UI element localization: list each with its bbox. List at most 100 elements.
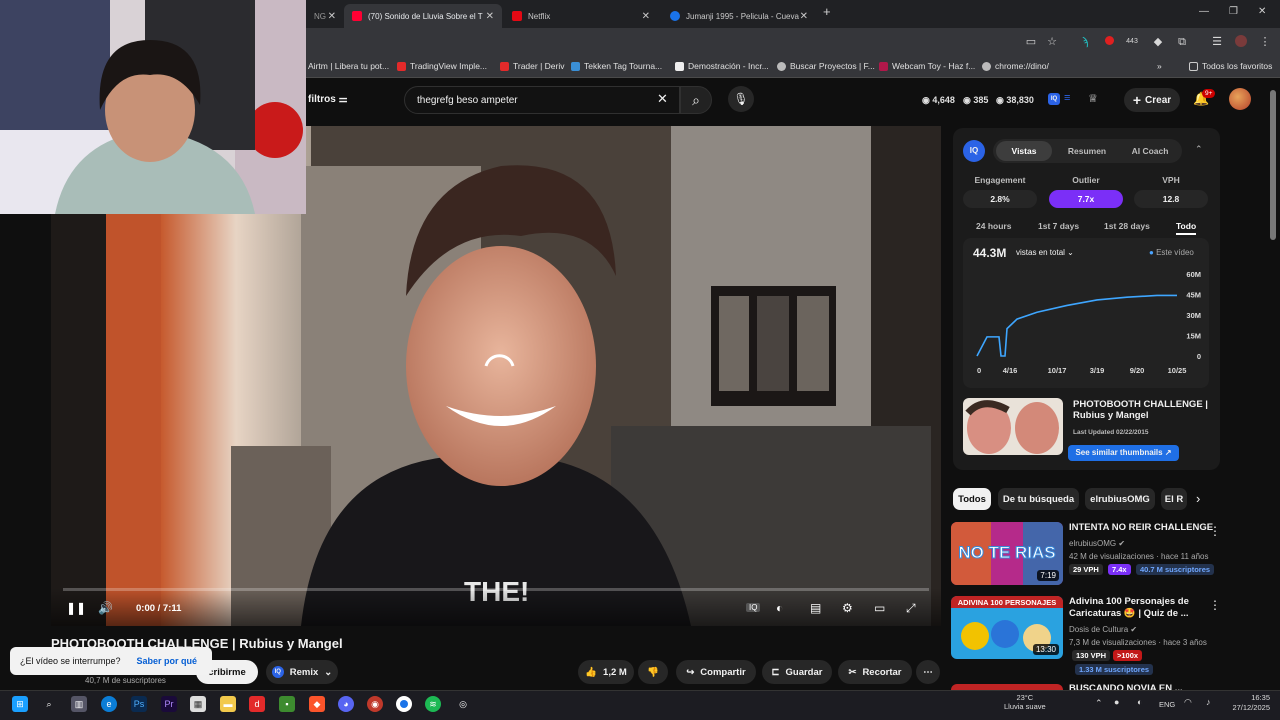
bookmark-item[interactable]: chrome://dino/ bbox=[982, 61, 1049, 71]
remix-button[interactable]: IQ Remix ⌄ bbox=[266, 660, 338, 684]
photoshop-icon[interactable]: Ps bbox=[131, 696, 147, 712]
clip-button[interactable]: ✂ Recortar bbox=[838, 660, 912, 684]
range-24h[interactable]: 24 hours bbox=[976, 221, 1011, 231]
bookmark-item[interactable]: Buscar Proyectos | F... bbox=[777, 61, 875, 71]
dislike-button[interactable]: 👎 bbox=[638, 660, 668, 684]
close-tab-icon[interactable]: ✕ bbox=[800, 11, 808, 22]
settings-gear-icon[interactable]: ⚙ bbox=[842, 601, 853, 615]
extension-badge-icon[interactable]: 443 bbox=[1123, 35, 1141, 49]
recommendation-item[interactable]: ADIVINA 100 PERSONAJES 13:30 Adivina 100… bbox=[951, 596, 1251, 675]
extension-red-icon[interactable] bbox=[1102, 35, 1116, 49]
chip-all[interactable]: Todos bbox=[953, 488, 991, 510]
tab-youtube-lluvia[interactable]: (70) Sonido de Lluvia Sobre el T ✕ bbox=[344, 4, 502, 28]
minecraft-icon[interactable]: ▪ bbox=[279, 696, 295, 712]
brave-icon[interactable]: ◆ bbox=[309, 696, 325, 712]
extension-diamond-icon[interactable]: ◆ bbox=[1151, 35, 1165, 49]
vidiq-icon[interactable]: IQ bbox=[1048, 93, 1060, 105]
app-red-icon[interactable]: ◉ bbox=[367, 696, 383, 712]
bookmark-item[interactable]: Demostración - Incr... bbox=[675, 61, 769, 71]
profile-icon[interactable] bbox=[1234, 35, 1248, 49]
collapse-icon[interactable]: ⌃ bbox=[1195, 144, 1203, 155]
chip-elrubiusomg[interactable]: elrubiusOMG bbox=[1085, 488, 1155, 510]
extension-tradingview-icon[interactable]: ϡ bbox=[1078, 35, 1092, 49]
see-similar-button[interactable]: See similar thumbnails ↗ bbox=[1068, 445, 1179, 461]
share-button[interactable]: ↪ Compartir bbox=[676, 660, 756, 684]
chip-el-r[interactable]: El R bbox=[1161, 488, 1187, 510]
wifi-icon[interactable]: ◠ bbox=[1184, 697, 1192, 708]
windows-start-icon[interactable]: ⊞ bbox=[12, 696, 28, 712]
premiere-icon[interactable]: Pr bbox=[161, 696, 177, 712]
miniplayer-icon[interactable]: ▭ bbox=[874, 601, 885, 615]
vidiq-menu-icon[interactable]: ≡ bbox=[1064, 92, 1070, 104]
volume-tray-icon[interactable]: ♪ bbox=[1206, 697, 1211, 707]
chrome-menu-icon[interactable]: ⋮ bbox=[1258, 35, 1272, 49]
bookmark-item[interactable]: TradingView Imple... bbox=[397, 61, 487, 71]
rec-menu-icon[interactable]: ⋮ bbox=[1209, 598, 1221, 612]
vidiq-player-icon[interactable]: IQ bbox=[746, 603, 761, 612]
related-thumbnail[interactable] bbox=[963, 398, 1063, 455]
autoplay-toggle-icon[interactable]: ◐ bbox=[776, 601, 783, 615]
chrome-icon[interactable] bbox=[396, 696, 412, 712]
close-tab-icon[interactable]: ✕ bbox=[642, 11, 650, 22]
tab-vistas[interactable]: Vistas bbox=[996, 141, 1052, 161]
all-bookmarks[interactable]: Todos los favoritos bbox=[1189, 61, 1272, 71]
bookmark-item[interactable]: Airtm | Libera tu pot... bbox=[308, 61, 389, 71]
close-tab-icon[interactable]: ✕ bbox=[486, 11, 494, 22]
file-explorer-icon[interactable]: ▬ bbox=[220, 696, 236, 712]
progress-bar[interactable] bbox=[63, 588, 929, 591]
weather-widget[interactable]: 23°C Lluvia suave bbox=[1004, 693, 1046, 711]
close-window-button[interactable]: ✕ bbox=[1258, 6, 1266, 17]
subtitles-icon[interactable]: ▤ bbox=[810, 601, 821, 615]
page-scrollbar[interactable] bbox=[1270, 90, 1276, 240]
rec-thumbnail[interactable]: NO TE RIAS 7:19 bbox=[951, 522, 1063, 585]
create-button[interactable]: + Crear bbox=[1124, 88, 1180, 112]
tray-app-icon[interactable]: ◐ bbox=[1137, 697, 1142, 707]
tab-truncated[interactable]: NG ✕ bbox=[306, 4, 340, 28]
new-tab-button[interactable]: + bbox=[823, 4, 831, 19]
cast-icon[interactable]: ▭ bbox=[1024, 35, 1038, 49]
tray-overflow-icon[interactable]: ⌃ bbox=[1095, 698, 1103, 709]
voice-search-button[interactable]: 🎙 bbox=[728, 86, 754, 112]
tab-search-icon[interactable]: ☰ bbox=[1210, 35, 1224, 49]
task-view-icon[interactable]: ▥ bbox=[71, 696, 87, 712]
extensions-puzzle-icon[interactable]: ⧉ bbox=[1175, 35, 1189, 49]
learn-why-link[interactable]: Saber por qué bbox=[137, 656, 198, 666]
spotify-icon[interactable]: ≋ bbox=[425, 696, 441, 712]
range-todo[interactable]: Todo bbox=[1176, 221, 1197, 235]
clock[interactable]: 16:35 27/12/2025 bbox=[1226, 693, 1270, 713]
tab-ai-coach[interactable]: AI Coach bbox=[1120, 141, 1180, 161]
views-mode-dropdown[interactable]: vistas en total ⌄ bbox=[1016, 248, 1074, 257]
calculator-icon[interactable]: ▦ bbox=[190, 696, 206, 712]
deriv-icon[interactable]: d bbox=[249, 696, 265, 712]
save-button[interactable]: ⊏ Guardar bbox=[762, 660, 832, 684]
discord-icon[interactable]: ◕ bbox=[338, 696, 354, 712]
more-bookmarks-icon[interactable]: » bbox=[1157, 61, 1162, 71]
maximize-button[interactable]: ❐ bbox=[1229, 6, 1238, 17]
tray-app-icon[interactable]: ● bbox=[1114, 697, 1119, 707]
fullscreen-icon[interactable]: ⤢ bbox=[906, 601, 916, 616]
tab-resumen[interactable]: Resumen bbox=[1058, 141, 1116, 161]
bookmark-item[interactable]: Tekken Tag Tourna... bbox=[571, 61, 662, 71]
obs-icon[interactable]: ◎ bbox=[455, 696, 471, 712]
bookmark-item[interactable]: Webcam Toy - Haz f... bbox=[879, 61, 975, 71]
language-indicator[interactable]: ENG bbox=[1159, 700, 1175, 709]
bookmark-star-icon[interactable]: ☆ bbox=[1045, 35, 1059, 49]
edge-icon[interactable]: e bbox=[101, 696, 117, 712]
tab-jumanji[interactable]: Jumanji 1995 - Pelicula - Cueva ✕ bbox=[662, 4, 816, 28]
range-7d[interactable]: 1st 7 days bbox=[1038, 221, 1079, 231]
rec-menu-icon[interactable]: ⋮ bbox=[1209, 524, 1221, 538]
trophy-icon[interactable]: ♕ bbox=[1088, 92, 1098, 105]
clear-search-icon[interactable]: ✕ bbox=[657, 91, 668, 107]
chip-from-search[interactable]: De tu búsqueda bbox=[998, 488, 1079, 510]
bookmark-item[interactable]: Trader | Deriv bbox=[500, 61, 565, 71]
tab-netflix[interactable]: Netflix ✕ bbox=[504, 4, 658, 28]
taskbar-search-icon[interactable]: ⌕ bbox=[41, 696, 57, 712]
minimize-button[interactable]: — bbox=[1199, 6, 1209, 17]
like-button[interactable]: 👍 1,2 M bbox=[578, 660, 634, 684]
volume-icon[interactable]: 🔊 bbox=[98, 601, 113, 615]
pause-icon[interactable]: ❚❚ bbox=[66, 601, 86, 615]
more-actions-icon[interactable]: ⋯ bbox=[916, 660, 940, 684]
filters-button[interactable]: filtros ⚌ bbox=[308, 94, 348, 105]
search-button[interactable]: ⌕ bbox=[680, 86, 712, 114]
range-28d[interactable]: 1st 28 days bbox=[1104, 221, 1150, 231]
